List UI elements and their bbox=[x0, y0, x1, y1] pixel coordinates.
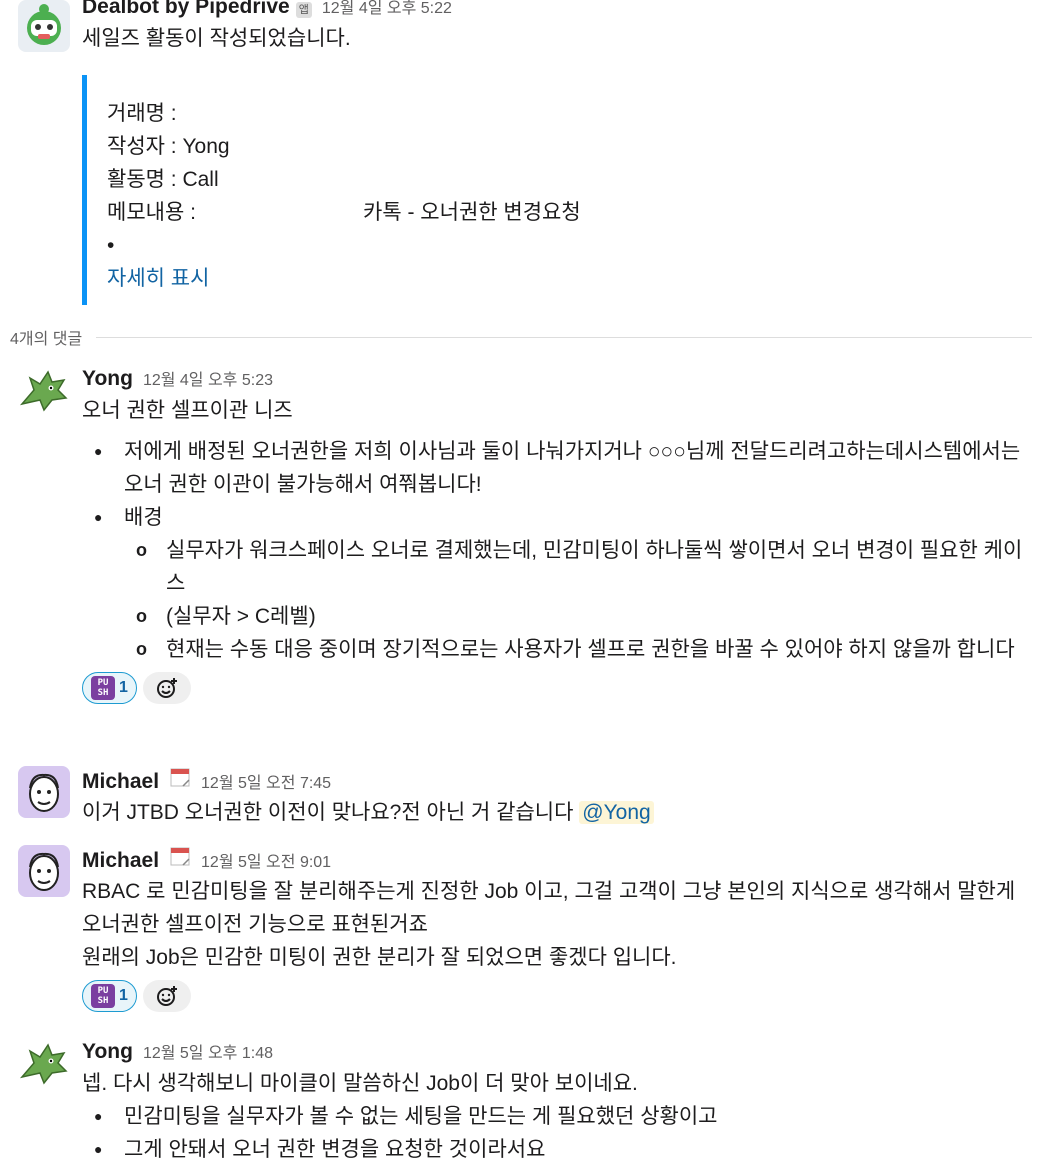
add-reaction-button[interactable] bbox=[142, 672, 191, 704]
reaction-count: 1 bbox=[119, 679, 128, 696]
add-emoji-icon bbox=[156, 986, 177, 1006]
user-mention[interactable]: @Yong bbox=[579, 801, 654, 824]
timestamp[interactable]: 12월 4일 오후 5:23 bbox=[143, 366, 273, 396]
app-badge: 앱 bbox=[295, 2, 312, 18]
push-emoji-icon: PU SH bbox=[91, 984, 115, 1008]
sender-name[interactable]: Yong bbox=[82, 364, 133, 394]
robot-icon bbox=[18, 0, 70, 52]
push-reaction[interactable]: PU SH 1 bbox=[82, 672, 137, 704]
dragon-avatar[interactable] bbox=[18, 1037, 70, 1089]
list-item: 배경 실무자가 워크스페이스 오너로 결제했는데, 민감미팅이 하나둘씩 쌓이면… bbox=[94, 501, 1034, 666]
reactions-bar: PU SH 1 bbox=[82, 980, 1034, 1012]
michael-avatar[interactable] bbox=[18, 845, 70, 897]
reply-message: Yong 12월 4일 오후 5:23 오너 권한 셀프이관 니즈 저에게 배정… bbox=[18, 364, 1034, 704]
timestamp[interactable]: 12월 4일 오후 5:22 bbox=[322, 0, 452, 24]
add-emoji-icon bbox=[156, 678, 177, 698]
calendar-icon bbox=[170, 768, 190, 787]
sub-bullet-list: 실무자가 워크스페이스 오너로 결제했는데, 민감미팅이 하나둘씩 쌓이면서 오… bbox=[124, 534, 1034, 666]
attachment-row: 거래명 : bbox=[107, 102, 177, 125]
michael-avatar[interactable] bbox=[18, 766, 70, 818]
sub-list-item: (실무자 > C레벨) bbox=[136, 600, 1034, 633]
dragon-avatar[interactable] bbox=[18, 364, 70, 416]
reply-message: Michael 12월 5일 오전 9:01 RBAC 로 민감미팅을 잘 분리… bbox=[18, 845, 1034, 1012]
message-text: 오너 권한 셀프이관 니즈 bbox=[82, 399, 293, 422]
bot-message: Dealbot by Pipedrive 앱 12월 4일 오후 5:22 세일… bbox=[18, 0, 1034, 305]
bullet-list: 저에게 배정된 오너권한을 저희 이사님과 둘이 나눠가지거나 ○○○님께 전달… bbox=[82, 435, 1034, 666]
divider-line bbox=[96, 336, 1032, 338]
reply-message: Michael 12월 5일 오전 7:45 이거 JTBD 오너권한 이전이 … bbox=[18, 766, 1034, 829]
sub-list-item: 현재는 수동 대응 중이며 장기적으로는 사용자가 셀프로 권한을 바꿀 수 있… bbox=[136, 633, 1034, 666]
list-item: 민감미팅을 실무자가 볼 수 없는 세팅을 만드는 게 필요했던 상황이고 bbox=[94, 1100, 1034, 1133]
reaction-count: 1 bbox=[119, 987, 128, 1004]
message-text: 세일즈 활동이 작성되었습니다. bbox=[82, 27, 351, 50]
calendar-icon bbox=[170, 847, 190, 866]
attachment-bullet: • bbox=[107, 234, 115, 257]
list-item: 저에게 배정된 오너권한을 저희 이사님과 둘이 나눠가지거나 ○○○님께 전달… bbox=[94, 435, 1034, 501]
attachment-row: 작성자 : Yong bbox=[107, 135, 230, 158]
sub-list-item: 실무자가 워크스페이스 오너로 결제했는데, 민감미팅이 하나둘씩 쌓이면서 오… bbox=[136, 534, 1034, 600]
list-item: 그게 안돼서 오너 권한 변경을 요청한 것이라서요 bbox=[94, 1133, 1034, 1166]
dragon-icon bbox=[18, 364, 70, 416]
face-icon bbox=[18, 766, 70, 818]
push-reaction[interactable]: PU SH 1 bbox=[82, 980, 137, 1012]
face-icon bbox=[18, 845, 70, 897]
timestamp[interactable]: 12월 5일 오후 1:48 bbox=[143, 1039, 273, 1069]
sender-name[interactable]: Yong bbox=[82, 1037, 133, 1067]
dragon-icon bbox=[18, 1037, 70, 1089]
sender-name[interactable]: Dealbot by Pipedrive bbox=[82, 0, 290, 22]
attachment-row: 활동명 : Call bbox=[107, 168, 219, 191]
attachment-card: 거래명 : 작성자 : Yong 활동명 : Call 메모내용 : 카톡 - … bbox=[82, 75, 1034, 305]
replies-divider: 4개의 댓글 bbox=[10, 325, 1032, 349]
message-text: 이거 JTBD 오너권한 이전이 맞나요?전 아닌 거 같습니다 @Yong bbox=[82, 796, 1034, 829]
bullet-list: 민감미팅을 실무자가 볼 수 없는 세팅을 만드는 게 필요했던 상황이고 그게… bbox=[82, 1100, 1034, 1166]
message-text: 원래의 Job은 민감한 미팅이 권한 분리가 잘 되었으면 좋겠다 입니다. bbox=[82, 946, 677, 969]
attachment-row: 메모내용 : 카톡 - 오너권한 변경요청 bbox=[107, 201, 581, 224]
reactions-bar: PU SH 1 bbox=[82, 672, 1034, 704]
message-text: RBAC 로 민감미팅을 잘 분리해주는게 진정한 Job 이고, 그걸 고객이… bbox=[82, 880, 1016, 936]
timestamp[interactable]: 12월 5일 오전 9:01 bbox=[201, 848, 331, 878]
dealbot-avatar[interactable] bbox=[18, 0, 70, 52]
reply-message: Yong 12월 5일 오후 1:48 넵. 다시 생각해보니 마이클이 말씀하… bbox=[18, 1037, 1034, 1166]
push-emoji-icon: PU SH bbox=[91, 676, 115, 700]
sender-name[interactable]: Michael bbox=[82, 767, 159, 797]
add-reaction-button[interactable] bbox=[142, 980, 191, 1012]
replies-count: 4개의 댓글 bbox=[10, 331, 83, 348]
message-text: 넵. 다시 생각해보니 마이클이 말씀하신 Job이 더 맞아 보이네요. bbox=[82, 1072, 638, 1095]
timestamp[interactable]: 12월 5일 오전 7:45 bbox=[201, 769, 331, 799]
sender-name[interactable]: Michael bbox=[82, 846, 159, 876]
show-more-link[interactable]: 자세히 표시 bbox=[107, 262, 1034, 295]
